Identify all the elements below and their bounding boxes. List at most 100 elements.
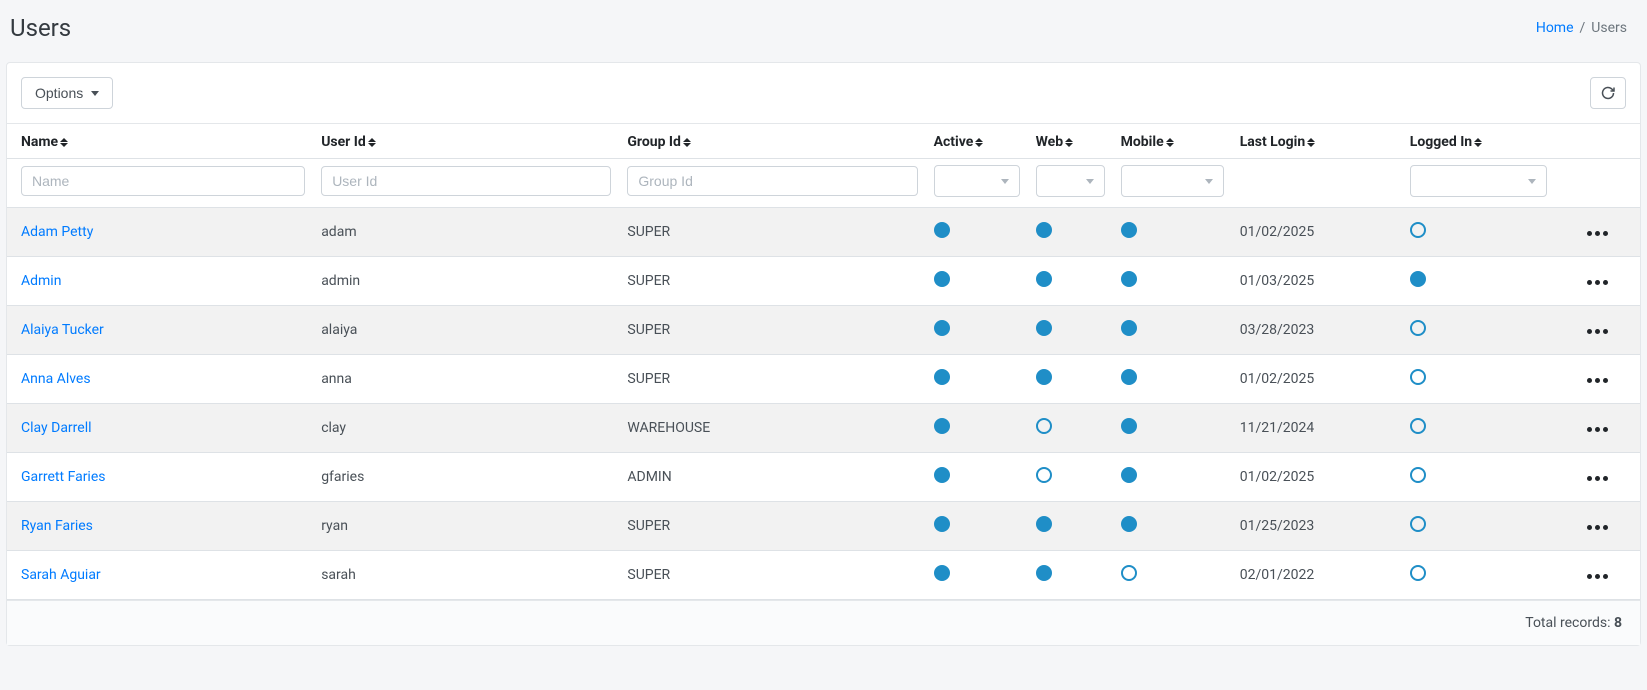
user-name-link[interactable]: Sarah Aguiar — [21, 567, 101, 583]
row-actions-button[interactable] — [1583, 374, 1612, 387]
column-header-lastlogin[interactable]: Last Login — [1232, 124, 1402, 159]
user-id-cell: anna — [321, 371, 352, 387]
status-dot-outline-icon — [1410, 467, 1426, 483]
group-id-cell: SUPER — [627, 273, 670, 289]
table-row: Alaiya TuckeralaiyaSUPER03/28/2023 — [7, 306, 1640, 355]
group-id-cell: SUPER — [627, 567, 670, 583]
user-name-link[interactable]: Adam Petty — [21, 224, 93, 240]
filter-mobile-select[interactable] — [1121, 165, 1224, 197]
user-id-cell: adam — [321, 224, 356, 240]
users-table: Name User Id Group Id Active Web Mobile … — [7, 124, 1640, 600]
row-actions-button[interactable] — [1583, 227, 1612, 240]
column-header-web-label: Web — [1036, 134, 1063, 150]
row-actions-button[interactable] — [1583, 423, 1612, 436]
column-header-name-label: Name — [21, 134, 58, 150]
filter-active-select[interactable] — [934, 165, 1020, 197]
caret-down-icon — [1086, 179, 1094, 184]
last-login-cell: 01/02/2025 — [1240, 224, 1315, 240]
status-dot-filled-icon — [1410, 271, 1426, 287]
user-name-link[interactable]: Anna Alves — [21, 371, 91, 387]
sort-icon — [975, 138, 983, 147]
column-header-userid[interactable]: User Id — [313, 124, 619, 159]
filter-row — [7, 159, 1640, 208]
column-header-lastlogin-label: Last Login — [1240, 134, 1306, 150]
row-actions-button[interactable] — [1583, 521, 1612, 534]
status-dot-filled-icon — [1121, 222, 1137, 238]
filter-loggedin-select[interactable] — [1410, 165, 1547, 197]
last-login-cell: 01/02/2025 — [1240, 371, 1315, 387]
status-dot-filled-icon — [1121, 467, 1137, 483]
user-name-link[interactable]: Admin — [21, 273, 61, 289]
table-footer: Total records: 8 — [7, 600, 1640, 645]
user-name-link[interactable]: Ryan Faries — [21, 518, 93, 534]
column-header-groupid-label: Group Id — [627, 134, 681, 150]
status-dot-filled-icon — [934, 418, 950, 434]
status-dot-filled-icon — [934, 271, 950, 287]
options-button-label: Options — [35, 85, 83, 101]
user-name-link[interactable]: Garrett Faries — [21, 469, 106, 485]
column-header-name[interactable]: Name — [7, 124, 313, 159]
user-name-link[interactable]: Clay Darrell — [21, 420, 92, 436]
row-actions-button[interactable] — [1583, 570, 1612, 583]
last-login-cell: 01/03/2025 — [1240, 273, 1315, 289]
status-dot-filled-icon — [1121, 418, 1137, 434]
total-records-label: Total records: — [1525, 615, 1614, 631]
caret-down-icon — [1528, 179, 1536, 184]
group-id-cell: SUPER — [627, 371, 670, 387]
status-dot-outline-icon — [1036, 418, 1052, 434]
row-actions-button[interactable] — [1583, 276, 1612, 289]
status-dot-filled-icon — [934, 222, 950, 238]
group-id-cell: WAREHOUSE — [627, 420, 710, 436]
breadcrumb-current: Users — [1591, 20, 1627, 36]
caret-down-icon — [91, 91, 99, 96]
row-actions-button[interactable] — [1583, 472, 1612, 485]
options-button[interactable]: Options — [21, 77, 113, 109]
refresh-icon — [1600, 85, 1616, 101]
status-dot-filled-icon — [934, 467, 950, 483]
table-row: Adam Petty adam SUPER 01/02/2025 — [7, 208, 1640, 257]
column-header-active[interactable]: Active — [926, 124, 1028, 159]
breadcrumb: Home / Users — [1536, 20, 1627, 36]
page-title: Users — [10, 14, 71, 42]
user-name-link[interactable]: Alaiya Tucker — [21, 322, 104, 338]
status-dot-filled-icon — [934, 516, 950, 532]
group-id-cell: ADMIN — [627, 469, 671, 485]
status-dot-filled-icon — [1036, 369, 1052, 385]
status-dot-filled-icon — [934, 369, 950, 385]
column-header-loggedin-label: Logged In — [1410, 134, 1472, 150]
status-dot-outline-icon — [1410, 222, 1426, 238]
status-dot-outline-icon — [1410, 369, 1426, 385]
status-dot-outline-icon — [1410, 418, 1426, 434]
column-header-web[interactable]: Web — [1028, 124, 1113, 159]
last-login-cell: 01/25/2023 — [1240, 518, 1315, 534]
table-row: Sarah AguiarsarahSUPER02/01/2022 — [7, 551, 1640, 600]
user-id-cell: admin — [321, 273, 360, 289]
column-header-loggedin[interactable]: Logged In — [1402, 124, 1555, 159]
column-header-mobile[interactable]: Mobile — [1113, 124, 1232, 159]
status-dot-outline-icon — [1410, 565, 1426, 581]
column-header-mobile-label: Mobile — [1121, 134, 1164, 150]
sort-icon — [1307, 138, 1315, 147]
sort-icon — [368, 138, 376, 147]
table-header-row: Name User Id Group Id Active Web Mobile … — [7, 124, 1640, 159]
status-dot-filled-icon — [1036, 320, 1052, 336]
filter-web-select[interactable] — [1036, 165, 1105, 197]
user-id-cell: clay — [321, 420, 346, 436]
row-actions-button[interactable] — [1583, 325, 1612, 338]
column-header-groupid[interactable]: Group Id — [619, 124, 925, 159]
refresh-button[interactable] — [1590, 77, 1626, 109]
breadcrumb-home-link[interactable]: Home — [1536, 20, 1574, 36]
sort-icon — [683, 138, 691, 147]
user-id-cell: sarah — [321, 567, 356, 583]
status-dot-filled-icon — [934, 565, 950, 581]
group-id-cell: SUPER — [627, 224, 670, 240]
table-row: Anna Alves anna SUPER 01/02/2025 — [7, 355, 1640, 404]
sort-icon — [1065, 138, 1073, 147]
total-records-value: 8 — [1614, 615, 1622, 631]
filter-name-input[interactable] — [21, 166, 305, 196]
caret-down-icon — [1001, 179, 1009, 184]
column-header-actions — [1555, 124, 1640, 159]
last-login-cell: 03/28/2023 — [1240, 322, 1315, 338]
filter-userid-input[interactable] — [321, 166, 611, 196]
filter-groupid-input[interactable] — [627, 166, 917, 196]
